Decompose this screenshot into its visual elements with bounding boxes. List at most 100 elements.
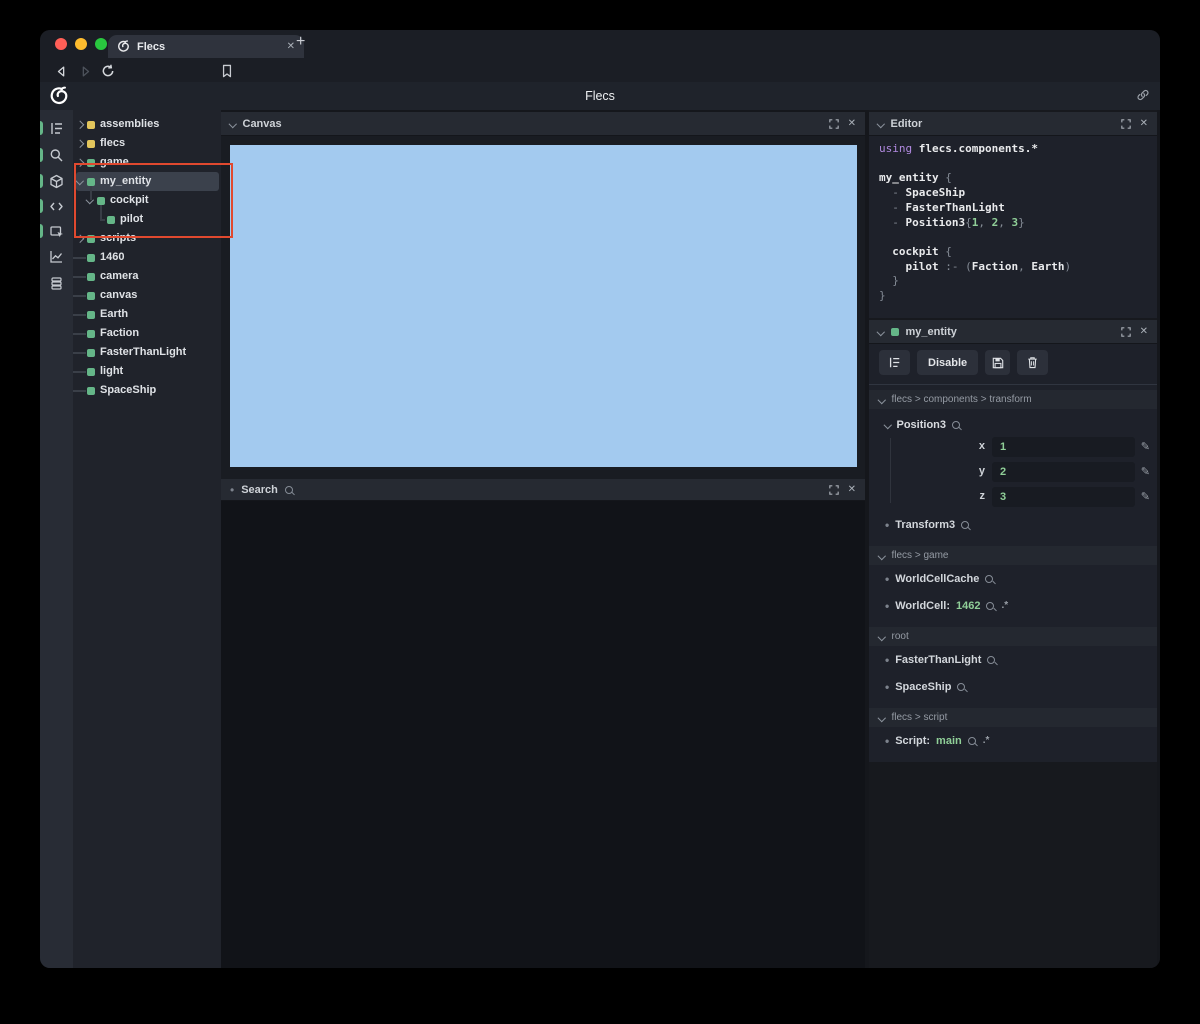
inspector-body: flecs > components > transform Position3 x… xyxy=(869,390,1157,754)
tab-close-icon[interactable]: ✕ xyxy=(287,41,295,52)
tree-leaf-dash xyxy=(73,390,86,392)
edit-pencil-icon[interactable]: ✎ xyxy=(1141,490,1150,503)
component-row[interactable]: • WorldCellCache xyxy=(869,565,1157,592)
close-panel-icon[interactable]: ✕ xyxy=(848,484,856,495)
canvas-panel: Canvas ✕ xyxy=(221,112,865,479)
query-icon[interactable] xyxy=(952,421,961,429)
tree-item-Earth[interactable]: Earth xyxy=(73,305,221,324)
icon-rail xyxy=(40,110,73,968)
field-x-input[interactable]: 1 xyxy=(992,437,1135,457)
field-row-z: z 3 ✎ xyxy=(869,486,1157,511)
inspector-section-header[interactable]: flecs > components > transform xyxy=(869,390,1157,409)
component-row[interactable]: • Script: main .* xyxy=(869,727,1157,754)
show-in-tree-button[interactable] xyxy=(879,350,910,375)
edit-pencil-icon[interactable]: ✎ xyxy=(1141,440,1150,453)
tree-item-Faction[interactable]: Faction xyxy=(73,324,221,343)
browser-tab[interactable]: Flecs ✕ xyxy=(108,35,304,58)
close-panel-icon[interactable]: ✕ xyxy=(848,118,856,129)
expand-panel-icon[interactable] xyxy=(1120,326,1131,337)
section-path: flecs > game xyxy=(891,550,949,561)
close-window-button[interactable] xyxy=(55,38,67,50)
tree-item-assemblies[interactable]: assemblies xyxy=(73,115,221,134)
chevron-down-icon[interactable] xyxy=(876,327,885,336)
disable-button[interactable]: Disable xyxy=(917,350,979,375)
delete-button[interactable] xyxy=(1017,350,1049,375)
tree-item-1460[interactable]: 1460 xyxy=(73,248,221,267)
code-line: - Position3{1, 2, 3} xyxy=(879,215,1025,229)
entity-color-square xyxy=(87,291,95,300)
query-icon[interactable] xyxy=(967,736,976,745)
chevron-down-icon[interactable] xyxy=(228,119,237,128)
inspector-section-header[interactable]: root xyxy=(869,627,1157,646)
edit-pencil-icon[interactable]: ✎ xyxy=(1141,465,1150,478)
component-value: 1462 xyxy=(956,599,981,612)
tree-item-light[interactable]: light xyxy=(73,362,221,381)
chevron-down-icon xyxy=(877,632,886,641)
tree-expand-chevron-icon[interactable] xyxy=(75,139,84,148)
tree-item-canvas[interactable]: canvas xyxy=(73,286,221,305)
share-link-icon[interactable] xyxy=(1136,88,1150,102)
tree-item-label: light xyxy=(100,365,124,377)
bullet-icon: • xyxy=(885,652,890,667)
tree-item-label: Faction xyxy=(100,327,140,339)
rail-stats-button[interactable] xyxy=(40,243,73,269)
chevron-down-icon xyxy=(883,421,892,429)
expand-panel-icon[interactable] xyxy=(828,118,839,129)
component-row[interactable]: • FasterThanLight xyxy=(869,646,1157,673)
component-row[interactable]: • SpaceShip xyxy=(869,673,1157,700)
component-row[interactable]: • WorldCell: 1462 .* xyxy=(869,592,1157,619)
tree-item-FasterThanLight[interactable]: FasterThanLight xyxy=(73,343,221,362)
inspector-title: my_entity xyxy=(905,325,957,338)
back-button[interactable] xyxy=(52,62,70,80)
bullet-icon: • xyxy=(885,571,890,586)
field-z-input[interactable]: 3 xyxy=(992,487,1135,507)
bookmark-icon[interactable] xyxy=(218,62,236,80)
forward-button[interactable] xyxy=(76,62,94,80)
rail-outliner-button[interactable] xyxy=(40,115,73,141)
webgl-canvas[interactable] xyxy=(230,145,857,467)
rail-search-button[interactable] xyxy=(40,142,73,168)
component-fields: x 1 ✎ y 2 ✎ z 3 ✎ xyxy=(869,434,1157,511)
close-panel-icon[interactable]: ✕ xyxy=(1140,326,1148,337)
inspector-section-header[interactable]: flecs > game xyxy=(869,546,1157,565)
component-row[interactable]: • Transform3 xyxy=(869,511,1157,538)
app-title: Flecs xyxy=(585,89,615,103)
tree-expand-chevron-icon[interactable] xyxy=(75,120,84,129)
rail-inspector-button[interactable] xyxy=(40,218,73,244)
tree-item-flecs[interactable]: flecs xyxy=(73,134,221,153)
tree-item-camera[interactable]: camera xyxy=(73,267,221,286)
component-Position3[interactable]: Position3 xyxy=(869,416,1157,434)
field-row-y: y 2 ✎ xyxy=(869,461,1157,486)
tree-item-label: Earth xyxy=(100,308,129,320)
field-label: x xyxy=(978,440,985,452)
inspector-section-header[interactable]: flecs > script xyxy=(869,708,1157,727)
expand-panel-icon[interactable] xyxy=(828,484,839,495)
zoom-window-button[interactable] xyxy=(95,38,107,50)
tree-item-SpaceShip[interactable]: SpaceShip xyxy=(73,381,221,400)
editor-panel-title: Editor xyxy=(890,117,923,130)
entity-color-square xyxy=(87,329,95,338)
bullet-icon: • xyxy=(885,679,890,694)
new-tab-button[interactable]: + xyxy=(296,33,305,51)
field-label: y xyxy=(978,465,985,477)
reload-button[interactable] xyxy=(99,62,117,80)
tab-favicon-flecs-logo-icon xyxy=(117,40,130,53)
rail-code-button[interactable] xyxy=(40,193,73,219)
section-path: root xyxy=(891,631,909,642)
query-icon[interactable] xyxy=(961,520,970,529)
query-icon[interactable] xyxy=(986,601,995,610)
query-icon[interactable] xyxy=(957,682,966,691)
save-button[interactable] xyxy=(985,350,1011,375)
chevron-down-icon[interactable] xyxy=(876,119,885,128)
expand-panel-icon[interactable] xyxy=(1120,118,1131,129)
query-icon[interactable] xyxy=(987,655,996,664)
minimize-window-button[interactable] xyxy=(75,38,87,50)
close-panel-icon[interactable]: ✕ xyxy=(1140,118,1148,129)
rail-tables-button[interactable] xyxy=(40,270,73,296)
query-icon[interactable] xyxy=(985,574,994,583)
field-y-input[interactable]: 2 xyxy=(992,462,1135,482)
script-editor[interactable]: using flecs.components.* my_entity { - S… xyxy=(869,136,1157,310)
tree-item-label: camera xyxy=(100,270,139,282)
browser-toolbar: flecs.dev /explorer/?wasm=https://www.fl… xyxy=(40,58,1160,109)
rail-entities-button[interactable] xyxy=(40,168,73,194)
